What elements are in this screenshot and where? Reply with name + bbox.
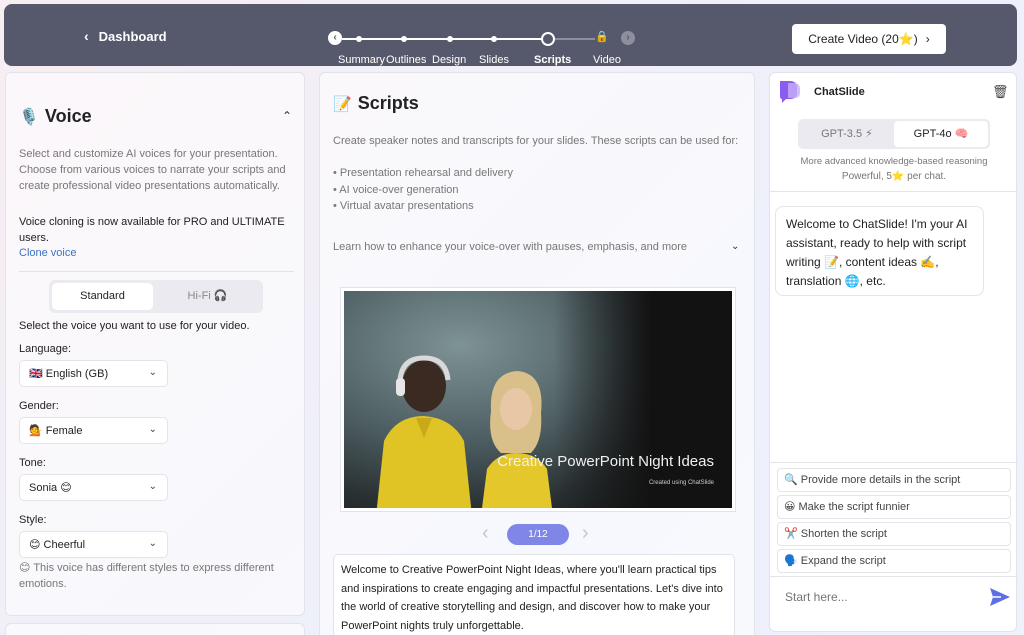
learn-more-toggle[interactable]: Learn how to enhance your voice-over wit… — [333, 241, 687, 253]
voice-quality-tabs: Standard Hi-Fi 🎧 — [49, 280, 263, 313]
chevron-down-icon: ⌄ — [148, 367, 157, 378]
chevron-up-icon[interactable]: ⌃ — [282, 109, 292, 123]
tab-standard[interactable]: Standard — [52, 283, 153, 310]
voice-cloning-note: Voice cloning is now available for PRO a… — [19, 216, 285, 244]
scripts-description: Create speaker notes and transcripts for… — [333, 135, 739, 147]
divider — [770, 191, 1018, 192]
scripts-title: Scripts — [357, 93, 419, 113]
stepper-line-future — [555, 38, 595, 40]
step-next-icon[interactable]: › — [621, 31, 635, 45]
slide-subtitle: Created using ChatSlide — [648, 480, 714, 486]
model-selector: GPT-3.5 ⚡ GPT-4o 🧠 — [798, 119, 990, 149]
memo-icon: 📝 — [333, 95, 352, 113]
style-label: Style: — [19, 514, 47, 526]
tone-dropdown[interactable]: Sonia 😊 ⌄ — [19, 474, 168, 501]
trash-icon[interactable]: 🗑 — [992, 84, 1009, 100]
style-dropdown[interactable]: 😊 Cheerful ⌄ — [19, 531, 168, 558]
model-option-gpt35[interactable]: GPT-3.5 ⚡ — [800, 121, 894, 147]
microphone-icon: 🎙️ — [19, 108, 39, 126]
tone-label: Tone: — [19, 457, 46, 469]
chat-panel: ChatSlide 🗑 GPT-3.5 ⚡ GPT-4o 🧠 More adva… — [769, 72, 1018, 632]
step-back-icon[interactable]: ‹ — [328, 31, 342, 45]
gender-label: Gender: — [19, 400, 59, 412]
slide-title: Creative PowerPoint Night Ideas — [497, 453, 714, 470]
chevron-left-icon[interactable]: ‹ — [482, 522, 489, 545]
scripts-panel: 📝 Scripts Create speaker notes and trans… — [319, 72, 755, 635]
create-video-button[interactable]: Create Video (20⭐️) › — [792, 24, 946, 54]
man-with-headphones-image — [376, 355, 472, 508]
step-dot-scripts[interactable] — [541, 32, 555, 46]
voice-title: Voice — [44, 106, 92, 126]
script-textarea[interactable]: Welcome to Creative PowerPoint Night Ide… — [333, 554, 735, 635]
list-item: • Presentation rehearsal and delivery — [333, 167, 513, 179]
progress-stepper: ‹ 🔒 › Summary Outlines Design Slides Scr… — [324, 26, 644, 66]
chevron-down-icon[interactable]: ⌄ — [731, 241, 739, 252]
top-bar: ‹ Dashboard ‹ 🔒 › Summary Outlines Desig… — [4, 4, 1017, 66]
language-value: 🇬🇧 English (GB) — [29, 368, 109, 380]
voice-panel: 🎙️ Voice ⌃ Select and customize AI voice… — [5, 72, 305, 616]
dashboard-back-link[interactable]: ‹ Dashboard — [84, 28, 167, 44]
chevron-down-icon: ⌄ — [148, 538, 157, 549]
slide-preview[interactable]: Creative PowerPoint Night Ideas Created … — [340, 287, 736, 512]
voice-description: Select and customize AI voices for your … — [19, 148, 286, 192]
voice-panel-next-section — [5, 623, 305, 635]
voice-select-prompt: Select the voice you want to use for you… — [19, 320, 250, 332]
page-indicator: 1/12 — [507, 524, 569, 545]
step-label-summary[interactable]: Summary — [338, 54, 385, 66]
slide-dark-overlay — [553, 291, 732, 508]
step-dot-summary[interactable] — [356, 36, 362, 42]
chevron-down-icon: ⌄ — [148, 424, 157, 435]
style-note: 😊 This voice has different styles to exp… — [19, 562, 274, 590]
chat-bot-name: ChatSlide — [814, 86, 865, 98]
divider — [770, 462, 1018, 463]
chat-message-bubble: Welcome to ChatSlide! I'm your AI assist… — [775, 206, 984, 296]
tab-hifi[interactable]: Hi-Fi 🎧 — [157, 283, 258, 310]
step-label-slides[interactable]: Slides — [479, 54, 509, 66]
suggestion-expand[interactable]: 🗣️ Expand the script — [777, 549, 1011, 573]
style-value: 😊 Cheerful — [29, 539, 86, 551]
step-dot-design[interactable] — [447, 36, 453, 42]
suggestion-funnier[interactable]: 😀 Make the script funnier — [777, 495, 1011, 519]
create-video-label: Create Video (20⭐️) — [808, 32, 918, 46]
dashboard-label: Dashboard — [98, 28, 167, 44]
gender-dropdown[interactable]: 💁 Female ⌄ — [19, 417, 168, 444]
step-label-scripts[interactable]: Scripts — [534, 54, 571, 66]
scripts-uses-list: • Presentation rehearsal and delivery • … — [333, 165, 513, 215]
suggestion-shorten[interactable]: ✂️ Shorten the script — [777, 522, 1011, 546]
model-description: More advanced knowledge-based reasoning — [800, 156, 988, 167]
suggestion-more-details[interactable]: 🔍 Provide more details in the script — [777, 468, 1011, 492]
divider — [19, 271, 294, 272]
tone-value: Sonia 😊 — [29, 482, 72, 494]
step-dot-outlines[interactable] — [401, 36, 407, 42]
step-label-outlines[interactable]: Outlines — [386, 54, 426, 66]
lock-icon: 🔒 — [595, 31, 609, 43]
send-icon[interactable] — [989, 587, 1011, 607]
step-label-design[interactable]: Design — [432, 54, 466, 66]
chatslide-logo-icon — [780, 81, 800, 103]
chevron-right-icon[interactable]: › — [582, 522, 589, 545]
chevron-right-icon: › — [925, 32, 930, 46]
chevron-down-icon: ⌄ — [148, 481, 157, 492]
chevron-left-icon: ‹ — [84, 28, 89, 44]
voice-header[interactable]: 🎙️ Voice — [19, 106, 92, 127]
list-item: • AI voice-over generation — [333, 183, 459, 196]
gender-value: 💁 Female — [29, 425, 83, 437]
chat-input[interactable] — [785, 590, 975, 604]
step-label-video[interactable]: Video — [593, 54, 621, 66]
model-price: Powerful, 5⭐ per chat. — [841, 171, 947, 182]
language-label: Language: — [19, 343, 71, 355]
step-dot-slides[interactable] — [491, 36, 497, 42]
slide-canvas: Creative PowerPoint Night Ideas Created … — [344, 291, 732, 508]
clone-voice-link[interactable]: Clone voice — [19, 247, 76, 259]
model-option-gpt4o[interactable]: GPT-4o 🧠 — [894, 121, 988, 147]
divider — [770, 576, 1018, 577]
language-dropdown[interactable]: 🇬🇧 English (GB) ⌄ — [19, 360, 168, 387]
stepper-line — [342, 38, 547, 40]
woman-image — [482, 371, 552, 508]
list-item: • Virtual avatar presentations — [333, 200, 474, 212]
scripts-header: 📝 Scripts — [333, 93, 419, 114]
